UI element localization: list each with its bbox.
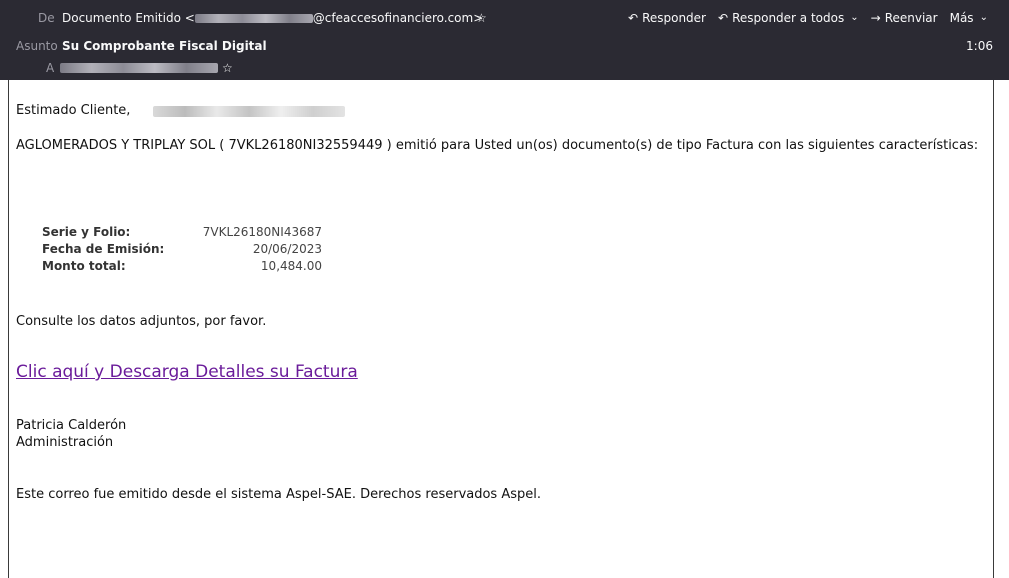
forward-label: Reenviar [884, 11, 938, 25]
subject-text: Su Comprobante Fiscal Digital [62, 39, 267, 53]
detail-key: Monto total: [42, 259, 126, 273]
reply-button[interactable]: ↶ Responder [622, 8, 712, 28]
intro-paragraph: AGLOMERADOS Y TRIPLAY SOL ( 7VKL26180NI3… [16, 138, 979, 153]
from-domain: @cfeaccesofinanciero.com> [312, 11, 484, 25]
consult-text: Consulte los datos adjuntos, por favor. [16, 314, 267, 329]
chevron-down-icon: ⌄ [979, 12, 988, 23]
greeting: Estimado Cliente, [16, 102, 345, 119]
from-row: De Documento Emitido < @cfeaccesofinancie… [0, 8, 1009, 28]
redacted-from-local [194, 14, 313, 23]
more-button[interactable]: Más ⌄ [944, 8, 994, 28]
to-row: A ☆ [0, 58, 1009, 78]
detail-row: Fecha de Emisión: 20/06/2023 [42, 241, 322, 258]
more-label: Más [949, 11, 974, 25]
redacted-customer-name [153, 106, 345, 117]
detail-value: 10,484.00 [260, 259, 322, 273]
message-header: De Documento Emitido < @cfeaccesofinancie… [0, 0, 1009, 80]
subject-label: Asunto [16, 39, 58, 53]
redacted-recipient [60, 63, 218, 73]
star-icon[interactable]: ☆ [476, 8, 487, 28]
invoice-details: Serie y Folio: 7VKL26180NI43687 Fecha de… [42, 224, 322, 275]
message-actions: ↶ Responder ↶ Responder a todos ⌄ → Reen… [622, 8, 994, 28]
forward-button[interactable]: → Reenviar [865, 8, 944, 28]
to-label: A [46, 61, 55, 75]
reply-label: Responder [642, 11, 706, 25]
reply-all-button[interactable]: ↶ Responder a todos ⌄ [712, 8, 865, 28]
download-invoice-link[interactable]: Clic aquí y Descarga Detalles su Factura [16, 362, 358, 382]
from-label: De [38, 11, 55, 25]
forward-icon: → [870, 11, 881, 25]
footer-text: Este correo fue emitido desde el sistema… [16, 487, 542, 502]
subject-row: Asunto Su Comprobante Fiscal Digital 1:0… [0, 36, 1009, 56]
reply-all-icon: ↶ [718, 11, 729, 25]
reply-icon: ↶ [628, 11, 639, 25]
reply-all-label: Responder a todos [732, 11, 845, 25]
detail-key: Serie y Folio: [42, 225, 131, 239]
detail-value: 20/06/2023 [252, 242, 322, 256]
signature-department: Administración [16, 435, 114, 450]
greeting-text: Estimado Cliente, [16, 103, 131, 118]
detail-key: Fecha de Emisión: [42, 242, 165, 256]
star-icon[interactable]: ☆ [222, 58, 233, 78]
from-address[interactable]: Documento Emitido < @cfeaccesofinanciero.… [62, 8, 483, 28]
chevron-down-icon[interactable]: ⌄ [850, 8, 858, 28]
from-name: Documento Emitido < [62, 11, 195, 25]
detail-value: 7VKL26180NI43687 [202, 225, 322, 239]
signature-name: Patricia Calderón [16, 418, 127, 433]
detail-row: Monto total: 10,484.00 [42, 258, 322, 275]
detail-row: Serie y Folio: 7VKL26180NI43687 [42, 224, 322, 241]
message-time: 1:06 [966, 39, 993, 53]
